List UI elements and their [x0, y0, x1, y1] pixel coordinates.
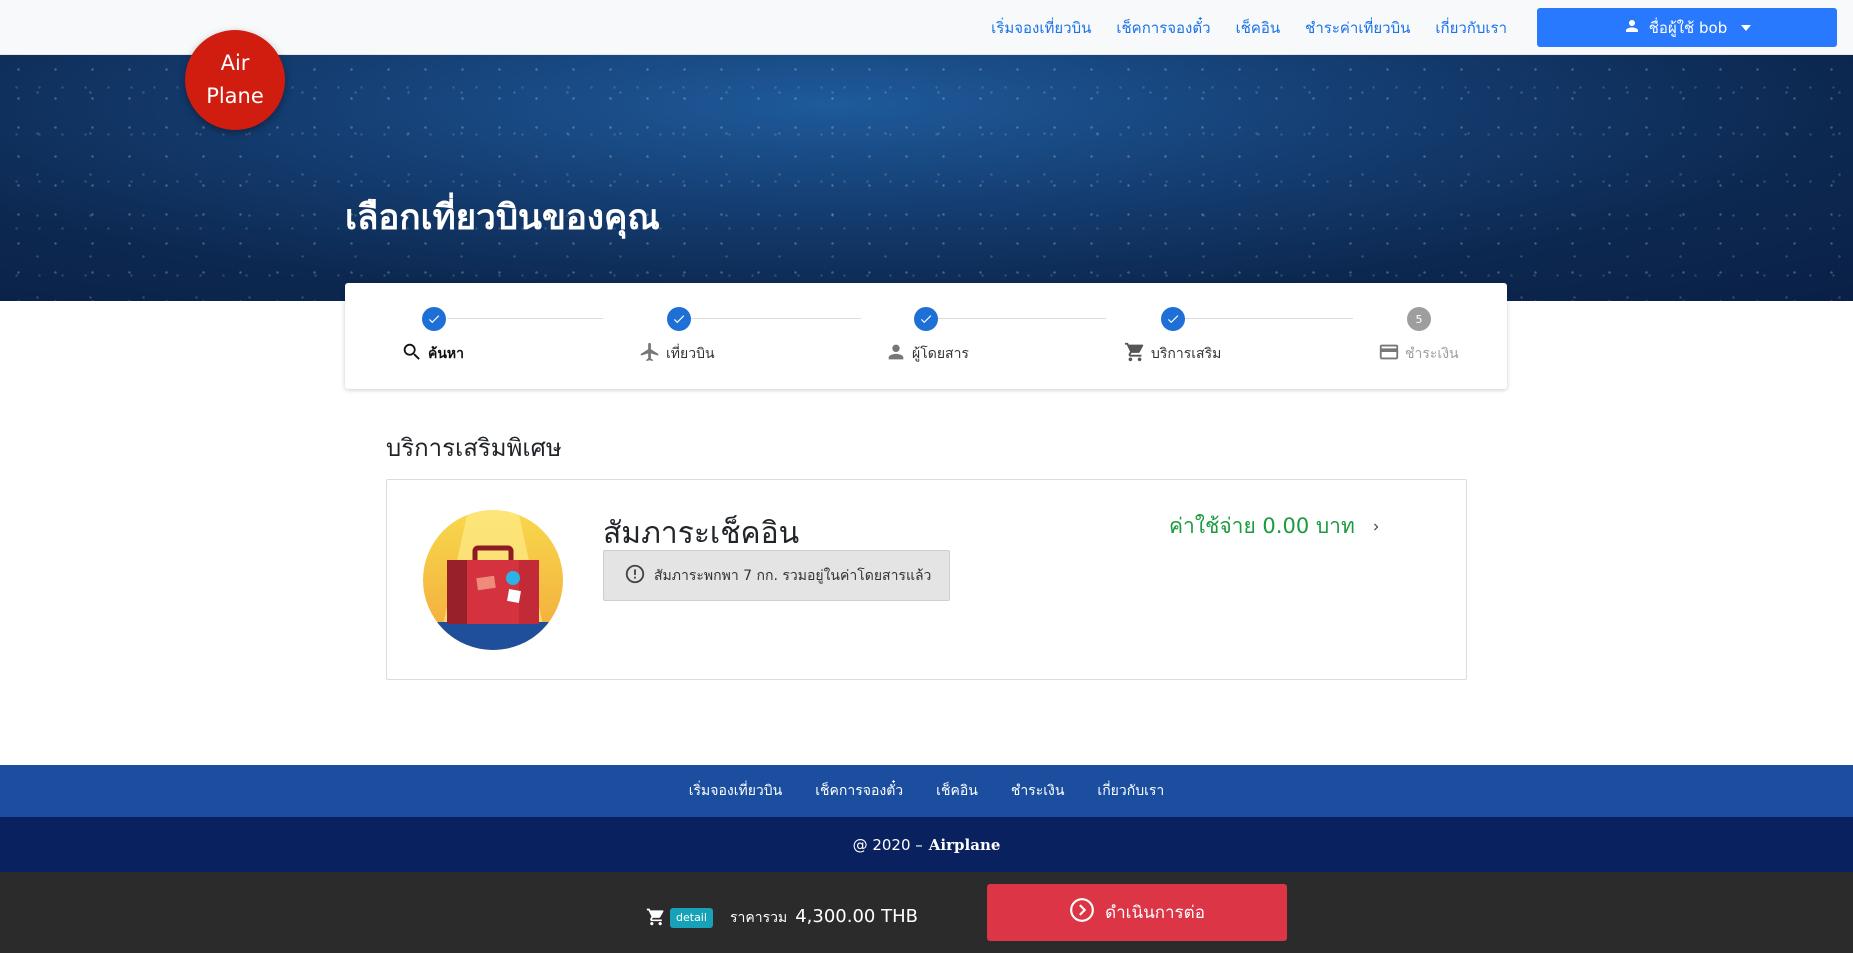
page-title: เลือกเที่ยวบินของคุณ: [345, 198, 660, 238]
search-icon: [401, 341, 423, 367]
footer-link-start-booking[interactable]: เริ่มจองเที่ยวบิน: [689, 780, 783, 802]
checked-baggage-card[interactable]: สัมภาระเช็คอิน สัมภาระพกพา 7 กก. รวมอยู่…: [386, 479, 1467, 680]
total-value: 4,300.00 THB: [795, 906, 918, 927]
continue-button[interactable]: ดำเนินการต่อ: [987, 884, 1287, 941]
step-connector: [934, 318, 1106, 319]
cart-icon: [1124, 341, 1146, 367]
copyright-text: @ 2020 –: [852, 835, 923, 854]
nav-link-check-booking[interactable]: เช็คการจองตั๋ว: [1116, 16, 1210, 40]
carry-on-info-text: สัมภาระพกพา 7 กก. รวมอยู่ในค่าโดยสารแล้ว: [654, 567, 932, 584]
total-price: ราคารวม 4,300.00 THB: [730, 906, 918, 929]
person-icon: [885, 341, 907, 367]
nav-link-start-booking[interactable]: เริ่มจองเที่ยวบิน: [991, 16, 1091, 40]
footer-link-check-booking[interactable]: เช็คการจองตั๋ว: [815, 780, 903, 802]
chevron-down-icon: [1741, 24, 1752, 31]
step-label: บริการเสริม: [1151, 346, 1222, 362]
credit-card-icon: [1378, 341, 1400, 367]
service-price-link[interactable]: ค่าใช้จ่าย 0.00 บาท: [1169, 510, 1383, 543]
step-label: ผู้โดยสาร: [912, 346, 969, 362]
step-extra-services[interactable]: บริการเสริม: [1124, 341, 1221, 367]
total-label: ราคารวม: [730, 910, 788, 926]
nav-link-pay-flight[interactable]: ชำระค่าเที่ยวบิน: [1305, 16, 1410, 40]
carry-on-info-alert: สัมภาระพกพา 7 กก. รวมอยู่ในค่าโดยสารแล้ว: [603, 550, 950, 601]
booking-stepper: 5 ค้นหา เที่ยวบิน ผู้โดยสาร บริการเสริม …: [345, 283, 1507, 389]
detail-badge[interactable]: detail: [670, 908, 713, 928]
suitcase-icon: [423, 510, 563, 650]
step-label: เที่ยวบิน: [666, 346, 715, 362]
footer-link-about[interactable]: เกี่ยวกับเรา: [1097, 780, 1164, 802]
user-menu-label: ชื่อผู้ใช้ bob: [1648, 18, 1728, 37]
info-circle-icon: [624, 563, 646, 589]
step-payment[interactable]: ชำระเงิน: [1378, 341, 1459, 367]
service-price: ค่าใช้จ่าย 0.00 บาท: [1169, 514, 1355, 538]
step-1-check-icon: [422, 307, 446, 331]
airplane-logo[interactable]: Air Plane: [185, 30, 285, 130]
user-menu-button[interactable]: ชื่อผู้ใช้ bob: [1537, 8, 1837, 47]
checkout-bar: [0, 872, 1853, 953]
logo-line-1: Air: [220, 51, 250, 75]
step-flight[interactable]: เที่ยวบิน: [639, 341, 715, 367]
footer-link-payment[interactable]: ชำระเงิน: [1011, 780, 1065, 802]
top-navbar: เริ่มจองเที่ยวบิน เช็คการจองตั๋ว เช็คอิน…: [0, 0, 1853, 55]
step-5-number: 5: [1407, 307, 1431, 331]
step-connector: [687, 318, 861, 319]
step-passenger[interactable]: ผู้โดยสาร: [885, 341, 969, 367]
step-connector: [1181, 318, 1353, 319]
person-icon: [1623, 17, 1641, 39]
step-2-check-icon: [667, 307, 691, 331]
cart-icon[interactable]: [646, 907, 666, 927]
step-connector: [447, 318, 603, 319]
nav-link-check-in[interactable]: เช็คอิน: [1236, 16, 1281, 40]
footer-link-check-in[interactable]: เช็คอิน: [936, 780, 978, 802]
step-label: ค้นหา: [428, 346, 465, 362]
step-search[interactable]: ค้นหา: [401, 341, 464, 367]
top-nav-links: เริ่มจองเที่ยวบิน เช็คการจองตั๋ว เช็คอิน…: [991, 0, 1507, 55]
continue-label: ดำเนินการต่อ: [1105, 903, 1205, 923]
section-title: บริการเสริมพิเศษ: [386, 434, 562, 462]
step-label: ชำระเงิน: [1405, 346, 1459, 362]
step-4-check-icon: [1161, 307, 1185, 331]
copyright-bar: @ 2020 – Airplane: [0, 817, 1853, 872]
copyright-brand: Airplane: [928, 835, 1001, 854]
logo-line-2: Plane: [206, 84, 264, 108]
chevron-circle-right-icon: [1069, 897, 1095, 928]
chevron-right-icon: [1369, 515, 1383, 539]
nav-link-about[interactable]: เกี่ยวกับเรา: [1435, 16, 1507, 40]
airplane-icon: [639, 341, 661, 367]
footer-nav: เริ่มจองเที่ยวบิน เช็คการจองตั๋ว เช็คอิน…: [0, 765, 1853, 817]
step-3-check-icon: [914, 307, 938, 331]
